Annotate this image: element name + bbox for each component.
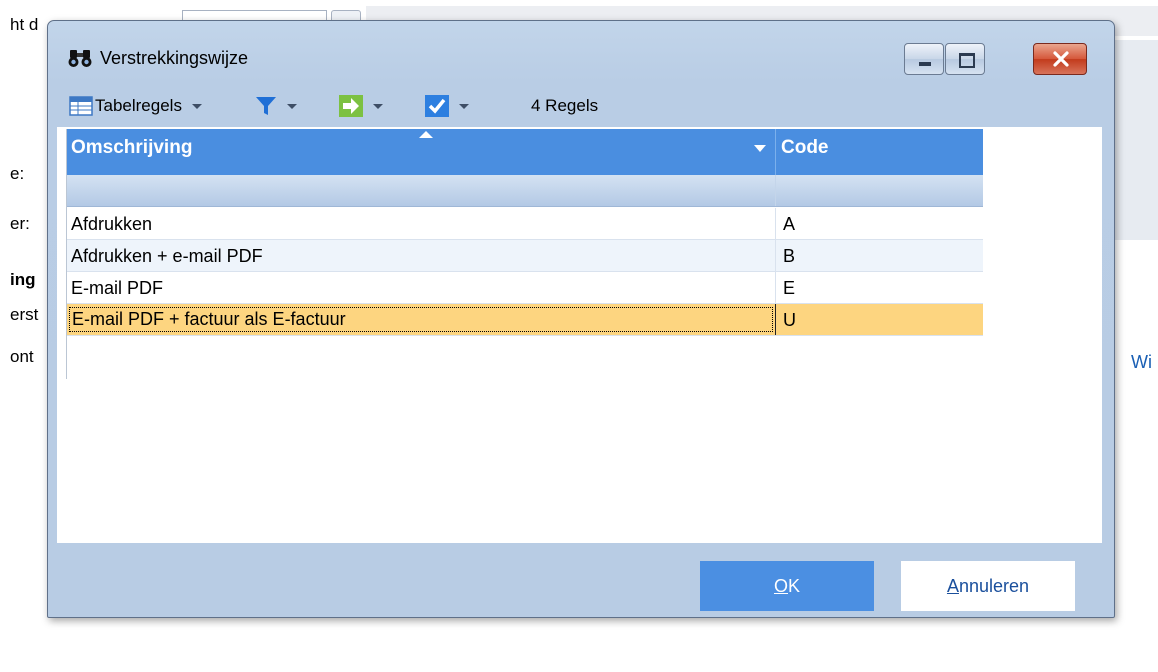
minimize-button[interactable] — [904, 43, 944, 75]
chevron-down-icon — [459, 103, 469, 109]
chevron-down-icon — [287, 103, 297, 109]
tabelregels-label: Tabelregels — [95, 96, 182, 115]
ok-button[interactable]: OK — [700, 561, 874, 611]
tabelregels-button[interactable]: Tabelregels — [69, 93, 202, 119]
cancel-button[interactable]: Annuleren — [901, 561, 1075, 611]
bg-label-2: e: — [10, 164, 25, 183]
cell-omschrijving: E-mail PDF — [71, 278, 164, 298]
cell-code: E — [783, 278, 796, 298]
cell-omschrijving: E-mail PDF + factuur als E-factuur — [69, 307, 773, 332]
verstrekkingswijze-dialog: Verstrekkingswijze Tabelregels 4 Regels … — [47, 20, 1115, 618]
table-row[interactable]: Afdrukken A — [67, 208, 983, 240]
minimize-icon — [919, 62, 931, 66]
bg-link[interactable]: Wi — [1131, 352, 1152, 373]
cancel-label: nnuleren — [958, 575, 1030, 596]
cell-omschrijving: Afdrukken — [71, 214, 153, 234]
row-count-label: 4 Regels — [531, 96, 599, 115]
cell-code: A — [783, 214, 796, 234]
column-divider[interactable] — [775, 129, 776, 175]
bg-right-strip — [1115, 40, 1158, 240]
filter-row-divider — [775, 175, 776, 206]
table-icon — [69, 96, 93, 116]
select-button[interactable] — [425, 93, 469, 119]
cell-divider — [775, 240, 776, 271]
cell-code: B — [783, 246, 796, 266]
grid-filter-row[interactable] — [67, 175, 983, 207]
bg-label-5: erst — [10, 305, 39, 324]
column-filter-icon[interactable] — [754, 145, 766, 152]
export-button[interactable] — [339, 93, 383, 119]
dialog-button-bar: OK Annuleren — [57, 543, 1102, 611]
cell-code: U — [783, 310, 796, 330]
grid-header: Omschrijving Code — [67, 129, 983, 175]
arrow-right-icon — [339, 95, 363, 117]
dialog-client: Tabelregels 4 Regels Omschrijving Code A… — [57, 85, 1102, 611]
dialog-title: Verstrekkingswijze — [100, 48, 249, 68]
ok-mnemonic: O — [773, 575, 788, 596]
table-row[interactable]: Afdrukken + e-mail PDF B — [67, 240, 983, 272]
column-header-omschrijving[interactable]: Omschrijving — [71, 137, 192, 159]
maximize-icon — [959, 53, 975, 68]
binoculars-icon — [68, 48, 92, 68]
cell-divider — [775, 304, 776, 335]
row-count: 4 Regels — [531, 93, 598, 119]
filter-icon — [255, 95, 277, 117]
ok-label: K — [788, 575, 801, 596]
dialog-titlebar[interactable]: Verstrekkingswijze — [48, 21, 1114, 85]
cell-omschrijving: Afdrukken + e-mail PDF — [71, 246, 263, 266]
close-button[interactable] — [1033, 43, 1087, 75]
cell-divider — [775, 272, 776, 303]
chevron-down-icon — [373, 103, 383, 109]
grid-toolbar: Tabelregels 4 Regels — [57, 85, 1102, 127]
table-row-selected[interactable]: E-mail PDF + factuur als E-factuur U — [67, 304, 983, 336]
cell-divider — [775, 208, 776, 239]
table-row[interactable]: E-mail PDF E — [67, 272, 983, 304]
close-icon — [1051, 49, 1071, 74]
chevron-down-icon — [191, 103, 202, 109]
sort-ascending-icon — [419, 131, 433, 138]
bg-label-4: ing — [10, 270, 36, 289]
cancel-mnemonic: A — [946, 575, 959, 596]
maximize-button[interactable] — [945, 43, 985, 75]
bg-label-6: ont — [10, 347, 34, 366]
bg-label-3: er: — [10, 214, 30, 233]
checkbox-icon — [425, 95, 449, 117]
column-header-code[interactable]: Code — [781, 137, 829, 159]
bg-label-1: ht d — [10, 15, 39, 34]
filter-button[interactable] — [255, 93, 297, 119]
